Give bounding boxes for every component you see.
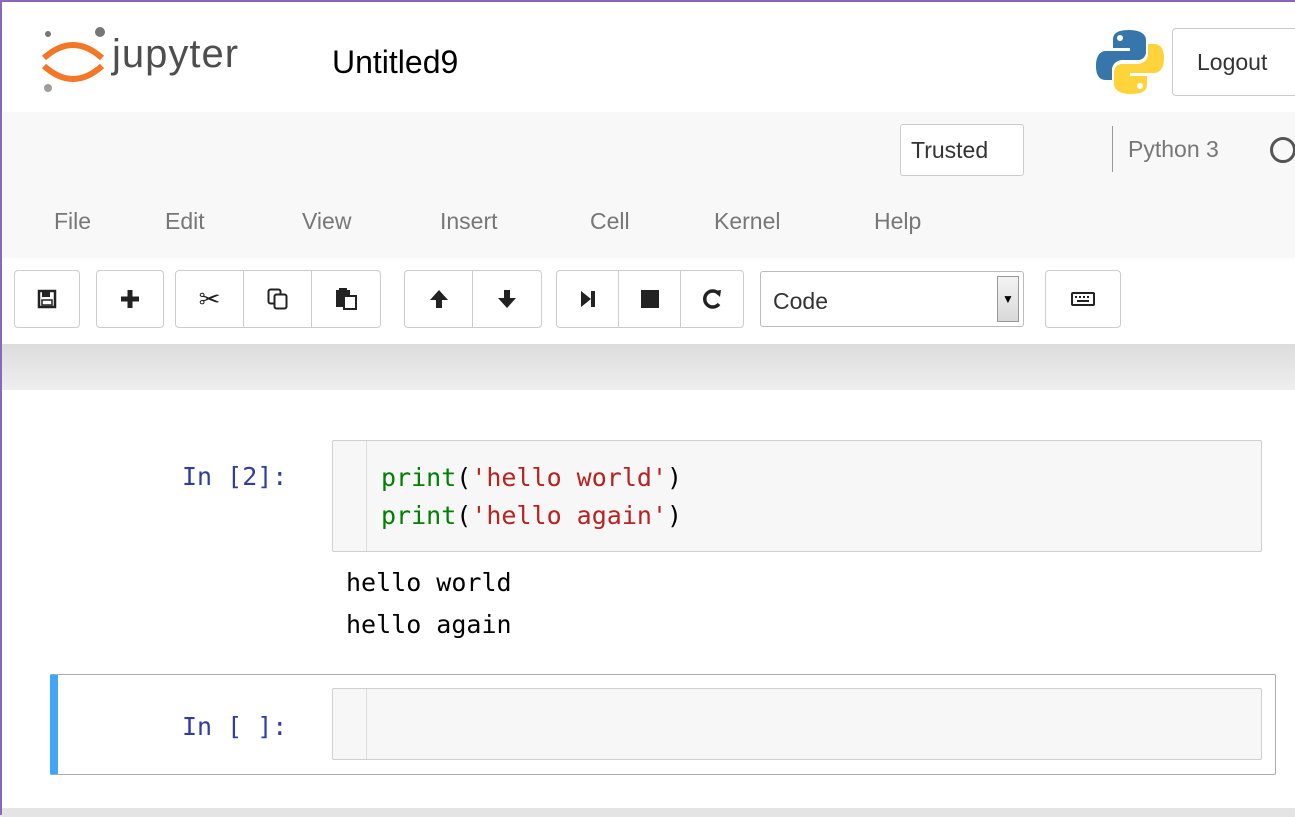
menu-cell[interactable]: Cell	[590, 208, 630, 235]
restart-icon	[703, 289, 721, 309]
menu-help[interactable]: Help	[874, 208, 921, 235]
code-line: print('hello world')	[381, 463, 683, 492]
menu-file[interactable]: File	[54, 208, 91, 235]
keyboard-icon	[1071, 292, 1095, 306]
cell-prompt: In [2]:	[182, 462, 288, 491]
kernel-idle-icon	[1270, 137, 1295, 163]
header: jupyter Untitled9 Logout	[2, 2, 1295, 113]
paste-icon	[336, 288, 357, 310]
kernel-separator	[1112, 126, 1113, 172]
interrupt-button[interactable]	[619, 271, 681, 327]
paste-button[interactable]	[312, 271, 380, 327]
toolbar-shadow	[2, 344, 1295, 390]
cell-prompt: In [ ]:	[182, 712, 288, 741]
menu-kernel[interactable]: Kernel	[714, 208, 780, 235]
code-line: print('hello again')	[381, 501, 683, 530]
notebook-container: In [2]: print('hello world') print('hell…	[2, 390, 1295, 810]
copy-button[interactable]	[244, 271, 312, 327]
cell-type-value: Code	[773, 288, 828, 314]
output-line: hello again	[346, 610, 512, 639]
menu-insert[interactable]: Insert	[440, 208, 498, 235]
move-up-button[interactable]	[405, 271, 473, 327]
logout-button[interactable]: Logout	[1172, 28, 1295, 96]
notebook-title[interactable]: Untitled9	[332, 44, 458, 81]
code-input-area[interactable]: print('hello world') print('hello again'…	[332, 440, 1262, 552]
plus-icon	[121, 290, 139, 308]
menu-view[interactable]: View	[302, 208, 351, 235]
restart-button[interactable]	[681, 271, 743, 327]
bottom-shadow	[2, 808, 1295, 817]
code-gutter	[333, 441, 367, 551]
run-icon	[580, 291, 595, 307]
move-group	[404, 270, 542, 328]
output-line: hello world	[346, 568, 512, 597]
code-gutter	[333, 689, 367, 759]
scissors-icon: ✂	[198, 283, 221, 314]
menubar: Trusted Python 3 File Edit View Insert C…	[2, 112, 1295, 259]
cell-type-select[interactable]: Code ▼	[760, 271, 1024, 327]
notebook-window: jupyter Untitled9 Logout Trusted Python …	[0, 0, 1295, 817]
move-down-button[interactable]	[473, 271, 541, 327]
save-icon	[37, 289, 57, 309]
kernel-name[interactable]: Python 3	[1128, 136, 1219, 163]
chevron-down-icon[interactable]: ▼	[997, 276, 1019, 322]
clipboard-group: ✂	[175, 270, 381, 328]
run-group	[556, 270, 744, 328]
run-button[interactable]	[557, 271, 619, 327]
save-button[interactable]	[15, 271, 79, 327]
cut-button[interactable]: ✂	[176, 271, 244, 327]
stop-icon	[640, 290, 659, 308]
copy-icon	[267, 288, 287, 310]
trusted-indicator[interactable]: Trusted	[900, 124, 1024, 176]
toolbar: ✂ Code ▼	[2, 258, 1295, 344]
insert-group	[96, 270, 164, 328]
arrow-down-icon	[498, 290, 516, 308]
code-input-area[interactable]	[332, 688, 1262, 760]
menu-edit[interactable]: Edit	[165, 208, 205, 235]
arrow-up-icon	[429, 290, 448, 308]
python-logo-icon	[1096, 30, 1164, 94]
jupyter-logo-icon[interactable]	[38, 24, 108, 96]
insert-cell-button[interactable]	[97, 271, 163, 327]
command-palette-button[interactable]	[1045, 270, 1121, 328]
jupyter-brand[interactable]: jupyter	[112, 32, 239, 77]
save-group	[14, 270, 80, 328]
